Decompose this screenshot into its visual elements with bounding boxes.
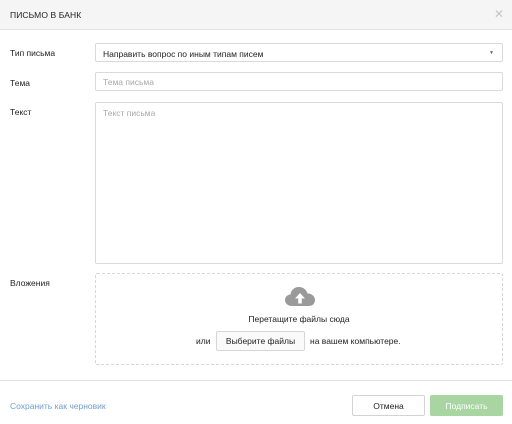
- text-textarea[interactable]: [95, 102, 503, 264]
- dialog-header: ПИСЬМО В БАНК ✕: [0, 0, 512, 30]
- subject-label: Тема: [10, 78, 31, 88]
- dialog-title: ПИСЬМО В БАНК: [10, 10, 82, 20]
- save-draft-link[interactable]: Сохранить как черновик: [10, 401, 106, 411]
- attachments-dropzone[interactable]: Перетащите файлы сюда или Выберите файлы…: [95, 273, 503, 365]
- letter-type-select[interactable]: Направить вопрос по иным типам писем ▼: [95, 43, 503, 62]
- attachments-label: Вложения: [10, 278, 50, 288]
- close-icon[interactable]: ✕: [492, 7, 506, 21]
- letter-type-value: Направить вопрос по иным типам писем: [103, 49, 264, 59]
- cancel-button[interactable]: Отмена: [352, 395, 425, 416]
- drop-files-text: Перетащите файлы сюда: [248, 314, 350, 324]
- choose-files-button[interactable]: Выберите файлы: [216, 331, 305, 351]
- subject-input[interactable]: [95, 72, 503, 91]
- sign-button[interactable]: Подписать: [430, 395, 503, 416]
- footer-divider: [0, 380, 512, 381]
- cloud-upload-icon: [285, 287, 315, 306]
- or-text: или: [196, 336, 211, 346]
- caret-down-icon: ▼: [489, 50, 494, 56]
- letter-type-label: Тип письма: [10, 48, 56, 58]
- on-computer-text: на вашем компьютере.: [310, 336, 401, 346]
- text-label: Текст: [10, 107, 32, 117]
